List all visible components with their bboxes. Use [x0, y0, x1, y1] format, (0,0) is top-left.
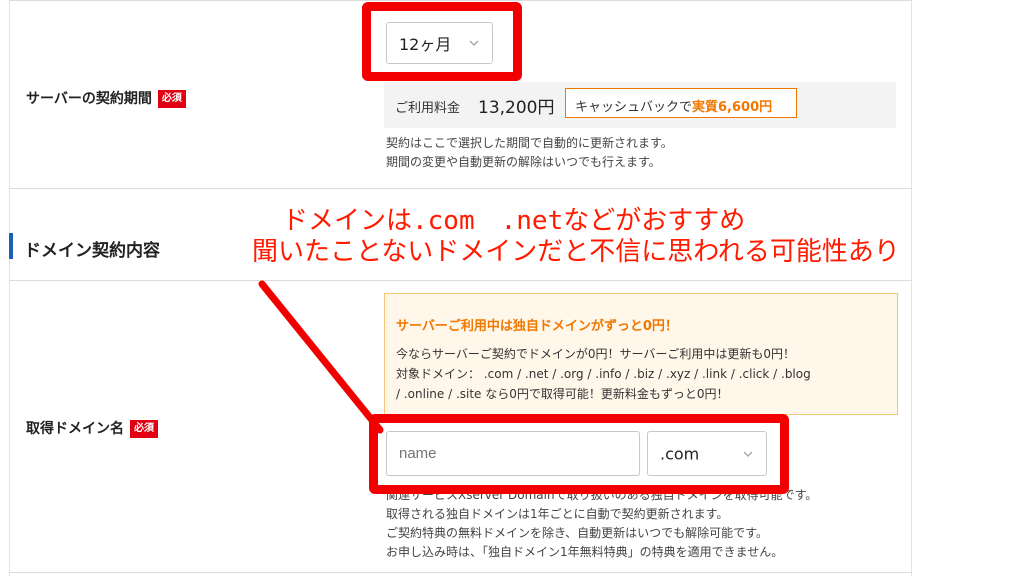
annotation-text-line2: 聞いたことないドメインだと不信に思われる可能性あり	[252, 237, 900, 267]
annotation-text-line1: ドメインは.com .netなどがおすすめ	[282, 206, 746, 236]
annotation-pointer-line	[258, 280, 384, 434]
